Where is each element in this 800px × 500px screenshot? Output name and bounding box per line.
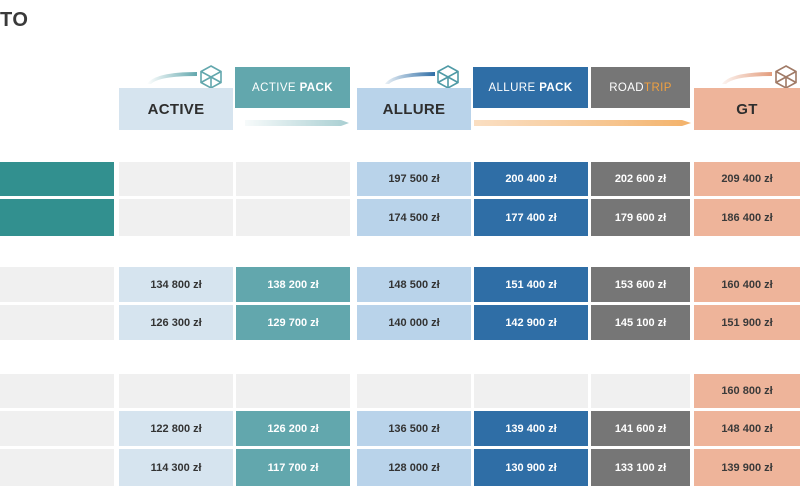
price-cell-allure: 128 000 zł [357,449,471,486]
page-title: TO [0,9,29,31]
price-cell-gt: 160 400 zł [694,267,800,302]
price-cell-active-pack [236,162,350,196]
cube-icon [437,65,459,89]
price-cell-roadtrip: 202 600 zł [591,162,690,196]
price-cell-active [119,374,233,408]
price-cell-gt: 151 900 zł [694,305,800,340]
price-cell-active [119,162,233,196]
price-cell-allure: 148 500 zł [357,267,471,302]
active-pack-arrow [245,120,349,126]
price-cell-active-pack: 129 700 zł [236,305,350,340]
price-cell-allure: 140 000 zł [357,305,471,340]
column-header-gt: GT [694,88,800,130]
price-cell-allure: 174 500 zł [357,199,471,236]
price-cell-allure-pack: 130 900 zł [474,449,588,486]
row-label-cell [0,267,114,302]
price-cell-allure-pack [474,374,588,408]
price-cell-roadtrip: 179 600 zł [591,199,690,236]
price-cell-allure-pack: 139 400 zł [474,411,588,446]
price-cell-active: 122 800 zł [119,411,233,446]
cube-icon [200,65,222,89]
allure-roadtrip-arrow [474,120,691,126]
price-cell-active-pack [236,199,350,236]
row-label-cell [0,199,114,236]
price-cell-allure-pack: 151 400 zł [474,267,588,302]
price-cell-allure-pack: 200 400 zł [474,162,588,196]
price-cell-allure-pack: 177 400 zł [474,199,588,236]
price-cell-allure: 197 500 zł [357,162,471,196]
price-cell-active: 114 300 zł [119,449,233,486]
price-cell-roadtrip: 153 600 zł [591,267,690,302]
row-label-cell [0,449,114,486]
price-cell-gt: 139 900 zł [694,449,800,486]
price-cell-allure-pack: 142 900 zł [474,305,588,340]
price-cell-roadtrip: 133 100 zł [591,449,690,486]
price-cell-active: 134 800 zł [119,267,233,302]
cube-icon [775,65,797,89]
row-label-cell [0,411,114,446]
column-header-active: ACTIVE [119,88,233,130]
row-label-cell [0,305,114,340]
price-cell-active-pack: 126 200 zł [236,411,350,446]
price-cell-gt: 148 400 zł [694,411,800,446]
price-cell-roadtrip [591,374,690,408]
row-label-cell [0,374,114,408]
price-cell-active-pack: 117 700 zł [236,449,350,486]
column-header-allure: ALLURE [357,88,471,130]
price-cell-allure: 136 500 zł [357,411,471,446]
price-cell-roadtrip: 141 600 zł [591,411,690,446]
price-cell-active [119,199,233,236]
row-label-cell [0,162,114,196]
price-cell-active-pack [236,374,350,408]
price-cell-gt: 160 800 zł [694,374,800,408]
price-cell-active-pack: 138 200 zł [236,267,350,302]
column-header-allure-pack: ALLURE PACK [473,67,588,108]
column-header-active-pack: ACTIVE PACK [235,67,350,108]
column-header-roadtrip: ROAD TRIP [591,67,690,108]
price-cell-allure [357,374,471,408]
price-cell-gt: 186 400 zł [694,199,800,236]
price-cell-gt: 209 400 zł [694,162,800,196]
price-cell-roadtrip: 145 100 zł [591,305,690,340]
price-cell-active: 126 300 zł [119,305,233,340]
